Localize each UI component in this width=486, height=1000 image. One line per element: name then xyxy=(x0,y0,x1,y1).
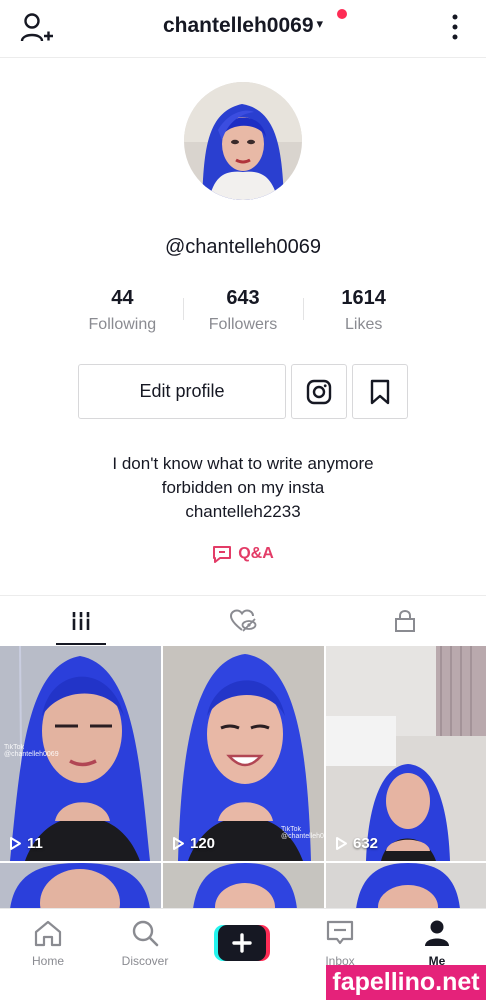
create-icon[interactable] xyxy=(214,925,270,961)
view-count-value: 632 xyxy=(353,835,379,852)
liked-hidden-icon xyxy=(229,608,257,632)
profile-tabs xyxy=(0,595,486,645)
edit-profile-button[interactable]: Edit profile xyxy=(78,364,286,419)
stat-value: 44 xyxy=(111,287,134,309)
profile-bio: I don't know what to write anymore forbi… xyxy=(0,452,486,524)
nav-home-label: Home xyxy=(31,954,64,968)
profile-username[interactable]: chantelleh0069 xyxy=(163,14,314,37)
video-thumbnail[interactable]: 632 xyxy=(326,646,486,861)
lock-icon xyxy=(395,609,415,632)
qa-icon xyxy=(213,546,232,563)
account-switcher[interactable]: chantelleh0069 ▾ xyxy=(0,14,486,38)
discover-icon xyxy=(132,920,159,947)
avatar[interactable] xyxy=(184,82,302,200)
tiktok-watermark-handle: @chantelleh0069 xyxy=(281,833,324,840)
bio-line: I don't know what to write anymore xyxy=(112,454,374,473)
view-count-value: 11 xyxy=(27,835,43,852)
stat-value: 643 xyxy=(226,287,260,309)
play-icon xyxy=(336,837,347,850)
tab-videos[interactable] xyxy=(0,596,162,645)
video-thumbnail[interactable] xyxy=(326,863,486,908)
stat-followers[interactable]: 643 Followers xyxy=(182,284,304,344)
play-icon xyxy=(10,837,21,850)
tiktok-watermark-handle: @chantelleh0069 xyxy=(4,751,59,758)
stat-label: Following xyxy=(88,316,157,333)
instagram-button[interactable] xyxy=(291,364,347,419)
nav-discover-label: Discover xyxy=(121,954,169,968)
instagram-icon xyxy=(306,379,332,404)
view-count: 11 xyxy=(9,835,43,852)
view-count: 120 xyxy=(172,835,215,852)
view-count-value: 120 xyxy=(190,835,216,852)
video-thumbnail[interactable] xyxy=(163,863,324,908)
kebab-icon[interactable] xyxy=(446,12,464,42)
bio-line: chantelleh2233 xyxy=(185,502,301,521)
nav-inbox[interactable]: Inbox xyxy=(300,919,380,968)
stat-label: Likes xyxy=(345,316,383,333)
play-icon xyxy=(173,837,184,850)
top-bar: chantelleh0069 ▾ xyxy=(0,0,486,58)
nav-home[interactable]: Home xyxy=(8,919,88,968)
video-thumbnail[interactable] xyxy=(0,863,161,908)
home-icon xyxy=(34,920,62,947)
profile-handle: @chantelleh0069 xyxy=(165,236,321,258)
chevron-down-icon[interactable]: ▾ xyxy=(317,16,324,32)
stat-likes[interactable]: 1614 Likes xyxy=(303,284,424,344)
qa-label: Q&A xyxy=(238,545,274,562)
tiktok-watermark-label: TikTok xyxy=(4,744,24,751)
grid-icon xyxy=(72,611,90,630)
me-icon xyxy=(425,920,449,946)
notification-dot xyxy=(337,9,347,19)
stat-following[interactable]: 44 Following xyxy=(62,284,183,344)
inbox-icon xyxy=(326,920,354,945)
nav-me[interactable]: Me xyxy=(397,919,477,968)
bio-line: forbidden on my insta xyxy=(161,478,325,497)
view-count: 632 xyxy=(335,835,378,852)
qa-link[interactable]: Q&A xyxy=(0,545,486,563)
nav-discover[interactable]: Discover xyxy=(105,919,185,968)
site-watermark: fapellino.net xyxy=(326,965,486,1000)
stat-value: 1614 xyxy=(341,287,386,309)
stat-label: Followers xyxy=(208,316,278,333)
video-thumbnail[interactable]: TikTok @chantelleh0069 11 xyxy=(0,646,161,861)
tiktok-watermark: TikTok @chantelleh0069 xyxy=(4,744,59,758)
bookmark-icon xyxy=(370,379,390,404)
tab-liked[interactable] xyxy=(162,596,324,645)
tiktok-watermark-label: TikTok xyxy=(281,826,301,833)
favorites-button[interactable] xyxy=(352,364,408,419)
tab-private[interactable] xyxy=(324,596,486,645)
profile-stats: 44 Following 643 Followers 1614 Likes xyxy=(62,284,424,344)
video-thumbnail[interactable]: TikTok @chantelleh0069 120 xyxy=(163,646,324,861)
video-grid: TikTok @chantelleh0069 11 TikTok @chante… xyxy=(0,646,486,908)
tiktok-watermark: TikTok @chantelleh0069 xyxy=(281,826,324,840)
